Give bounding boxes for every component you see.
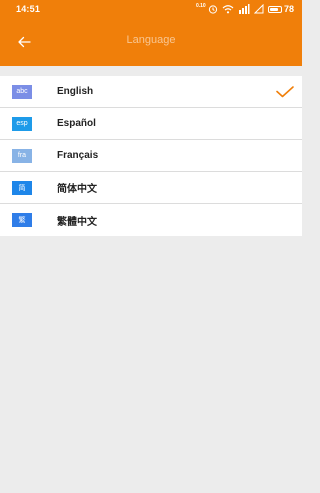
language-label: Français [57, 150, 99, 161]
language-item-francais[interactable]: fra Français [0, 140, 302, 172]
battery-icon [267, 5, 282, 13]
battery-level: 78 [283, 4, 294, 14]
page-title: Language [126, 34, 176, 46]
language-badge-icon: esp [12, 116, 32, 131]
status-icons: 0.10 78 [196, 3, 294, 15]
signal-2-icon [253, 4, 264, 14]
language-label: English [57, 86, 94, 97]
alarm-icon [208, 5, 218, 14]
language-badge-icon: 繁 [12, 213, 32, 227]
signal-icon [238, 4, 250, 14]
language-list: abc English esp Español fra Français 简 简… [0, 76, 302, 236]
language-item-traditional-chinese[interactable]: 繁 繁體中文 [0, 204, 302, 236]
language-item-espanol[interactable]: esp Español [0, 108, 302, 140]
language-badge-icon: abc [12, 84, 32, 99]
language-label: Español [57, 118, 96, 129]
language-badge-icon: fra [12, 148, 32, 163]
battery-indicator: 78 [267, 4, 294, 14]
language-label: 繁體中文 [57, 216, 97, 228]
language-item-english[interactable]: abc English [0, 76, 302, 108]
status-time: 14:51 [16, 4, 41, 14]
checkmark-icon [276, 86, 294, 98]
wifi-icon [222, 5, 234, 14]
language-badge-icon: 简 [12, 180, 32, 195]
language-item-simplified-chinese[interactable]: 简 简体中文 [0, 172, 302, 204]
app-bar: Language [0, 18, 302, 66]
status-bar: 14:51 0.10 78 [0, 0, 302, 18]
language-label: 简体中文 [57, 184, 97, 195]
data-speed-icon: 0.10 [195, 3, 206, 9]
